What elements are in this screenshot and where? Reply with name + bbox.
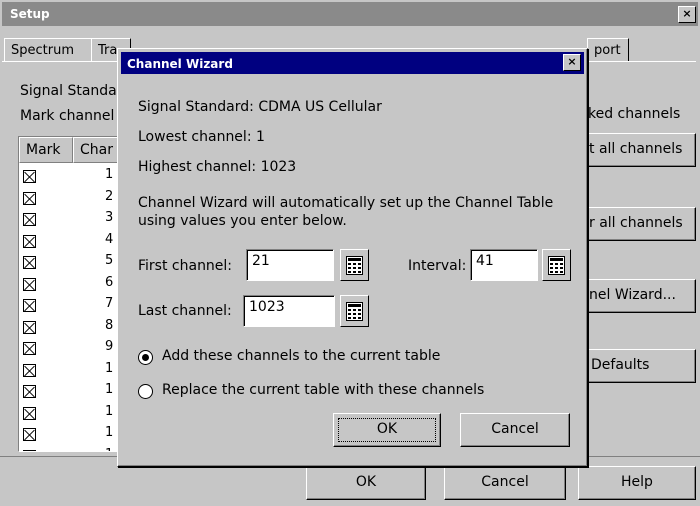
replace-table-radio[interactable] [138, 384, 153, 399]
tab-port[interactable]: port [587, 38, 629, 62]
dialog-title-bar: Channel Wizard [121, 52, 584, 74]
channel-wizard-dialog: Channel Wizard × Signal Standard: CDMA U… [117, 48, 588, 467]
first-channel-input[interactable]: 21 [246, 249, 334, 281]
channel-number: 1 [105, 425, 114, 440]
add-channels-radio[interactable] [138, 350, 153, 365]
mark-checkbox[interactable] [23, 170, 36, 183]
last-channel-keypad-icon[interactable] [340, 295, 369, 327]
setup-cancel-button[interactable]: Cancel [444, 466, 566, 500]
column-header-mark[interactable]: Mark [19, 137, 73, 163]
channel-number: 1 [105, 167, 114, 182]
tab-spectrum[interactable]: Spectrum [4, 38, 92, 62]
setup-ok-button[interactable]: OK [306, 466, 426, 500]
lowest-channel-text: Lowest channel: 1 [138, 129, 265, 145]
channel-number: 5 [105, 253, 114, 268]
setup-title-bar: Setup [2, 2, 698, 26]
description-line-1: Channel Wizard will automatically set up… [138, 195, 554, 211]
channel-number: 9 [105, 339, 114, 354]
mark-channels-label: Mark channel [20, 108, 115, 124]
clear-all-channels-button[interactable]: r all channels [578, 207, 696, 241]
first-channel-keypad-icon[interactable] [340, 249, 369, 281]
channel-number: 1 [105, 360, 114, 376]
focus-indicator [338, 418, 436, 442]
mark-checkbox[interactable] [23, 191, 36, 205]
add-channels-label[interactable]: Add these channels to the current table [162, 348, 440, 364]
channel-number: 8 [105, 317, 114, 333]
mark-checkbox[interactable] [23, 213, 36, 226]
signal-standard-label: Signal Standa [20, 83, 117, 99]
mark-checkbox[interactable] [23, 299, 36, 312]
last-channel-input[interactable]: 1023 [243, 295, 335, 327]
mark-checkbox[interactable] [23, 320, 36, 334]
setup-close-icon[interactable]: × [678, 6, 696, 23]
mark-checkbox[interactable] [23, 449, 36, 451]
dialog-close-icon[interactable]: × [563, 54, 581, 71]
channel-number: 1 [105, 403, 114, 419]
mark-checkbox[interactable] [23, 385, 36, 398]
channel-number: 2 [105, 188, 114, 204]
mark-checkbox[interactable] [23, 234, 36, 248]
interval-label: Interval: [408, 258, 467, 274]
defaults-button[interactable]: Defaults [578, 349, 696, 383]
signal-standard-text: Signal Standard: CDMA US Cellular [138, 99, 382, 115]
mark-checkbox[interactable] [23, 406, 36, 420]
mark-checkbox[interactable] [23, 256, 36, 269]
setup-help-button[interactable]: Help [578, 466, 696, 500]
channel-wizard-button[interactable]: nel Wizard... [578, 279, 696, 313]
dialog-cancel-button[interactable]: Cancel [460, 413, 570, 447]
dialog-ok-button[interactable]: OK [333, 413, 441, 447]
mark-all-channels-button[interactable]: t all channels [578, 133, 696, 167]
highest-channel-text: Highest channel: 1023 [138, 159, 297, 175]
channel-number: 1 [105, 447, 113, 452]
channel-number: 7 [105, 296, 114, 311]
mark-checkbox[interactable] [23, 363, 36, 377]
interval-input[interactable]: 41 [470, 249, 538, 281]
channel-number: 3 [105, 210, 114, 225]
replace-table-label[interactable]: Replace the current table with these cha… [162, 382, 484, 398]
description-line-2: using values you enter below. [138, 213, 347, 229]
interval-keypad-icon[interactable] [542, 249, 571, 281]
last-channel-label: Last channel: [138, 303, 232, 319]
first-channel-label: First channel: [138, 258, 233, 274]
setup-title: Setup [10, 7, 50, 21]
mark-checkbox[interactable] [23, 428, 36, 441]
dialog-title: Channel Wizard [127, 57, 233, 71]
mark-checkbox[interactable] [23, 277, 36, 291]
mark-checkbox[interactable] [23, 342, 36, 355]
marked-channels-label: ked channels [588, 106, 681, 122]
channel-number: 6 [105, 274, 114, 290]
channel-number: 1 [105, 382, 114, 397]
channel-number: 4 [105, 231, 114, 247]
